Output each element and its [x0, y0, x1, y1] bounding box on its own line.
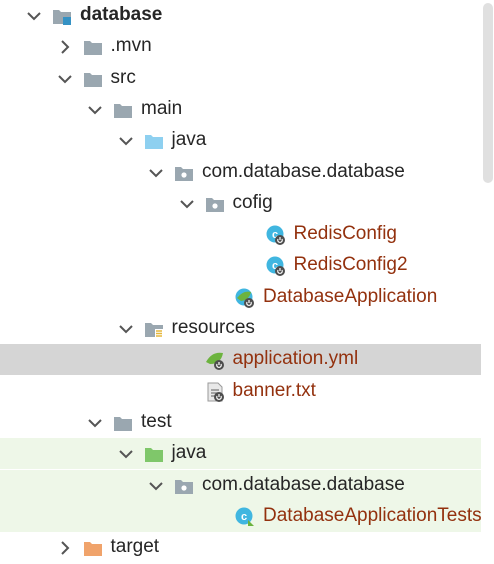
module-folder-icon — [51, 5, 73, 27]
tree-node[interactable]: database — [0, 0, 494, 31]
folder-icon — [82, 36, 104, 58]
tree-node[interactable]: .mvn — [0, 31, 494, 62]
tree-node[interactable]: src — [0, 63, 494, 94]
tree-node[interactable]: main — [0, 94, 494, 125]
tree-node[interactable]: c RedisConfig2 — [0, 250, 494, 281]
tree-node-label: application.yml — [232, 348, 359, 370]
tree-node-label: resources — [171, 317, 255, 338]
chevron-down-icon[interactable] — [116, 131, 136, 151]
package-icon — [173, 162, 195, 184]
tree-node-label: RedisConfig — [293, 223, 398, 245]
chevron-down-icon[interactable] — [85, 100, 105, 120]
java-class-icon: c — [265, 255, 287, 277]
tree-node-label: RedisConfig2 — [293, 254, 408, 276]
tree-node-label: DatabaseApplicationTests — [263, 504, 482, 526]
text-file-icon — [204, 381, 226, 403]
tree-node-label: cofig — [232, 191, 273, 213]
tree-node[interactable]: resources — [0, 313, 494, 344]
tree-node[interactable]: DatabaseApplication — [0, 282, 494, 313]
scrollbar-thumb[interactable] — [483, 3, 493, 183]
tree-node-label: database — [80, 4, 163, 25]
source-root-folder-icon — [143, 130, 165, 152]
tree-node-label: java — [171, 442, 207, 464]
tree-node-label: banner.txt — [232, 379, 316, 401]
tree-node-label: target — [110, 536, 160, 558]
chevron-down-icon[interactable] — [146, 476, 166, 496]
tree-node-label: src — [110, 66, 136, 88]
tree-node[interactable]: c DatabaseApplicationTests — [0, 500, 494, 532]
chevron-down-icon[interactable] — [146, 163, 166, 183]
chevron-down-icon[interactable] — [85, 413, 105, 433]
tree-node-label: test — [141, 410, 172, 432]
tree-node[interactable]: banner.txt — [0, 376, 494, 407]
chevron-down-icon[interactable] — [24, 6, 44, 26]
tree-node[interactable]: com.database.database — [0, 469, 494, 501]
chevron-down-icon[interactable] — [116, 444, 136, 464]
spring-yml-icon — [204, 349, 226, 371]
chevron-down-icon[interactable] — [116, 319, 136, 339]
tree-node[interactable]: java — [0, 438, 494, 470]
tree-node[interactable]: target — [0, 532, 494, 563]
tree-node[interactable]: cofig — [0, 188, 494, 219]
folder-icon — [112, 99, 134, 121]
tree-node-label: .mvn — [110, 35, 152, 57]
chevron-right-icon[interactable] — [55, 538, 75, 558]
tree-node[interactable]: test — [0, 407, 494, 438]
test-source-folder-icon — [143, 443, 165, 465]
tree-node-label: java — [171, 129, 207, 151]
chevron-down-icon[interactable] — [177, 194, 197, 214]
tree-node-label: DatabaseApplication — [263, 285, 438, 307]
java-test-class-icon: c — [234, 506, 256, 528]
folder-icon — [112, 412, 134, 434]
folder-icon — [82, 68, 104, 90]
resources-folder-icon — [143, 318, 165, 340]
tree-node-label: com.database.database — [202, 160, 405, 182]
spring-boot-class-icon — [234, 287, 256, 309]
svg-text:c: c — [241, 511, 247, 523]
chevron-down-icon[interactable] — [55, 69, 75, 89]
package-icon — [204, 193, 226, 215]
package-icon — [173, 475, 195, 497]
java-class-icon: c — [265, 224, 287, 246]
tree-node[interactable]: c RedisConfig — [0, 219, 494, 250]
tree-node[interactable]: application.yml — [0, 344, 494, 376]
tree-node-label: main — [141, 97, 183, 119]
excluded-folder-icon — [82, 537, 104, 559]
tree-node-label: com.database.database — [202, 473, 405, 495]
vertical-scrollbar[interactable] — [481, 0, 494, 552]
tree-node[interactable]: com.database.database — [0, 157, 494, 188]
project-tree: database .mvn src main java com.database.data… — [0, 0, 494, 557]
tree-node[interactable]: java — [0, 125, 494, 156]
chevron-right-icon[interactable] — [55, 37, 75, 57]
